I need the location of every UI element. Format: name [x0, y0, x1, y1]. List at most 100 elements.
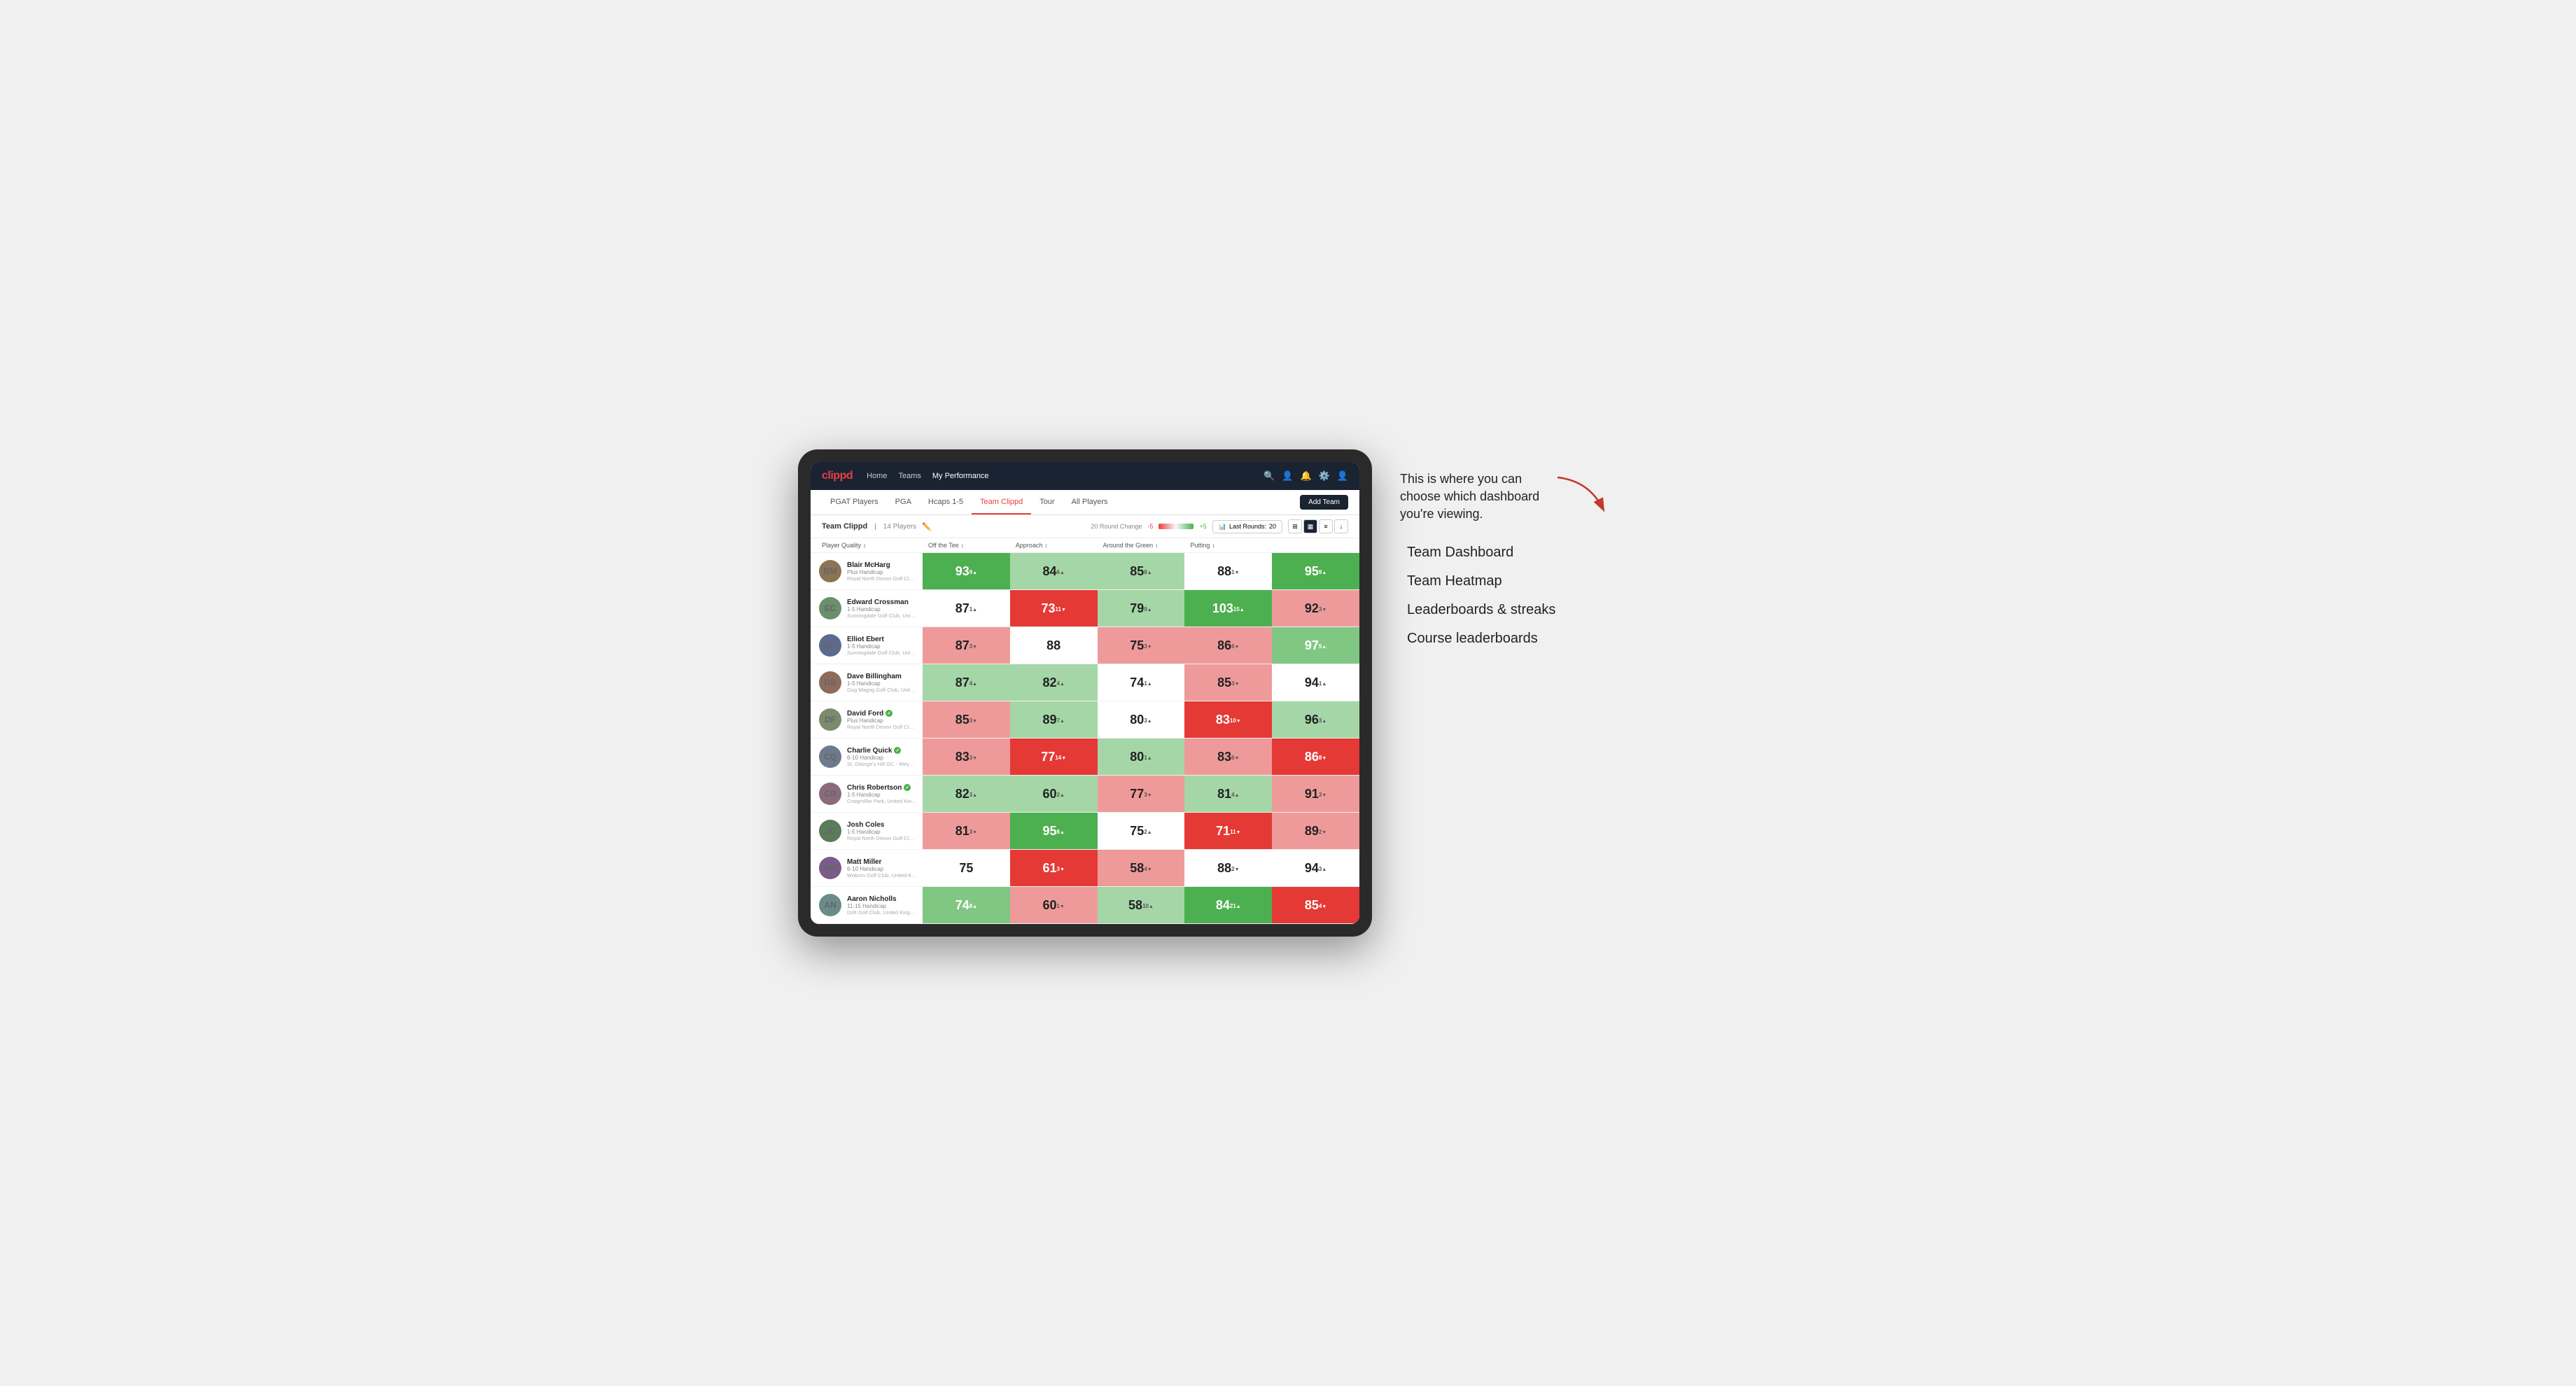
score-change: 2▼	[1319, 825, 1326, 837]
score-main: 85	[1217, 676, 1231, 690]
sub-nav: PGAT Players PGA Hcaps 1-5 Team Clippd T…	[811, 490, 1359, 515]
tab-tour[interactable]: Tour	[1031, 490, 1063, 514]
score-change: 1▼	[1231, 565, 1239, 578]
nav-link-teams[interactable]: Teams	[898, 472, 920, 480]
user-icon[interactable]: 👤	[1282, 470, 1293, 482]
score-change: 1▲	[1144, 676, 1152, 689]
last-rounds-button[interactable]: 📊 Last Rounds: 20	[1212, 520, 1282, 533]
player-cell[interactable]: JCJosh Coles1-5 HandicapRoyal North Devo…	[811, 816, 923, 846]
player-info: Dave Billingham1-5 HandicapGog Magog Gol…	[847, 673, 917, 693]
view-grid-button[interactable]: ⊞	[1288, 519, 1302, 533]
score-cell: 871▲	[923, 590, 1010, 626]
table-row: JCJosh Coles1-5 HandicapRoyal North Devo…	[811, 813, 1359, 850]
page-wrapper: clippd Home Teams My Performance 🔍 👤 🔔 ⚙…	[798, 449, 1778, 937]
player-cell[interactable]: AN Aaron Nicholls11-15 HandicapDrift Golf…	[811, 890, 923, 920]
tablet-frame: clippd Home Teams My Performance 🔍 👤 🔔 ⚙…	[798, 449, 1372, 937]
score-box: 866▼	[1184, 627, 1272, 664]
col-header-tee: Off the Tee ↕	[923, 538, 1010, 552]
add-team-button[interactable]: Add Team	[1300, 495, 1348, 510]
search-icon[interactable]: 🔍	[1264, 470, 1275, 482]
score-box: 823▲	[923, 776, 1010, 812]
score-change: 1▲	[969, 602, 977, 615]
team-header-row: Team Clippd | 14 Players ✏️ 20 Round Cha…	[811, 515, 1359, 538]
settings-icon[interactable]: ⚙️	[1319, 470, 1330, 482]
score-main: 82	[1042, 676, 1056, 690]
score-box: 941▲	[1272, 664, 1359, 701]
scale-neg: -5	[1147, 523, 1153, 530]
score-main: 77	[1130, 787, 1144, 802]
player-cell[interactable]: DFDavid Ford✓Plus HandicapRoyal North De…	[811, 704, 923, 735]
score-box: 958▲	[1010, 813, 1098, 849]
score-main: 77	[1041, 750, 1055, 764]
score-change: 21▲	[1230, 899, 1241, 911]
score-box: 897▲	[1010, 701, 1098, 738]
score-cell: 8421▲	[1184, 887, 1272, 923]
score-change: 4▲	[969, 676, 977, 689]
view-icons: ⊞ ▦ ≡ ↓	[1288, 519, 1348, 533]
player-club: Drift Golf Club, United Kingdom	[847, 909, 917, 916]
team-name: Team Clippd	[822, 522, 867, 531]
nav-link-myperformance[interactable]: My Performance	[932, 472, 989, 480]
data-table: Player Quality ↕ Off the Tee ↕ Approach …	[811, 538, 1359, 924]
score-cell: 601▼	[1010, 887, 1098, 923]
player-club: Royal North Devon Golf Club, United King…	[847, 835, 917, 841]
score-box: 602▲	[1010, 776, 1098, 812]
score-main: 88	[1217, 861, 1231, 876]
player-name: Chris Robertson✓	[847, 784, 917, 792]
score-change: 8▲	[1144, 565, 1152, 578]
menu-item-course[interactable]: Course leaderboards	[1407, 631, 1610, 647]
avatar: AN	[819, 894, 841, 916]
score-box: 975▲	[1272, 627, 1359, 664]
player-club: Royal North Devon Golf Club, United King…	[847, 575, 917, 582]
menu-item-dashboard[interactable]: Team Dashboard	[1407, 545, 1610, 561]
player-cell[interactable]: BMBlair McHargPlus HandicapRoyal North D…	[811, 556, 923, 587]
score-change: 3▼	[1319, 602, 1326, 615]
score-change: 2▲	[1057, 788, 1065, 800]
player-cell[interactable]: DBDave Billingham1-5 HandicapGog Magog G…	[811, 667, 923, 698]
table-row: DFDavid Ford✓Plus HandicapRoyal North De…	[811, 701, 1359, 738]
tab-pga[interactable]: PGA	[887, 490, 920, 514]
view-heatmap-button[interactable]: ▦	[1303, 519, 1317, 533]
avatar-icon[interactable]: 👤	[1337, 470, 1348, 482]
player-cell[interactable]: MMMatt Miller6-10 HandicapWoburn Golf Cl…	[811, 853, 923, 883]
tab-all-players[interactable]: All Players	[1063, 490, 1116, 514]
score-cell: 748▲	[923, 887, 1010, 923]
score-box: 741▲	[1098, 664, 1185, 701]
score-cell: 874▲	[923, 664, 1010, 701]
score-box: 10315▲	[1184, 590, 1272, 626]
tab-hcaps[interactable]: Hcaps 1-5	[920, 490, 972, 514]
score-change: 8▲	[1057, 825, 1065, 837]
score-main: 75	[1130, 824, 1144, 839]
score-change: 2▲	[1144, 825, 1152, 837]
player-name: Aaron Nicholls	[847, 895, 917, 903]
menu-item-heatmap[interactable]: Team Heatmap	[1407, 573, 1610, 589]
player-hcp: 11-15 Handicap	[847, 903, 917, 909]
nav-link-home[interactable]: Home	[867, 472, 887, 480]
table-row: AN Aaron Nicholls11-15 HandicapDrift Golf…	[811, 887, 1359, 924]
view-list-button[interactable]: ≡	[1319, 519, 1333, 533]
player-cell[interactable]: ECEdward Crossman1-5 HandicapSunningdale…	[811, 593, 923, 624]
score-box: 858▲	[1098, 553, 1185, 589]
edit-icon[interactable]: ✏️	[922, 522, 932, 531]
view-export-button[interactable]: ↓	[1334, 519, 1348, 533]
score-change: 3▼	[969, 713, 977, 726]
player-cell[interactable]: CQCharlie Quick✓6-10 HandicapSt. George'…	[811, 741, 923, 772]
score-box: 773▼	[1098, 776, 1185, 812]
score-change: 11▼	[1056, 602, 1066, 615]
score-change: 3▲	[1144, 713, 1152, 726]
score-box: 801▲	[1098, 738, 1185, 775]
table-row: MMMatt Miller6-10 HandicapWoburn Golf Cl…	[811, 850, 1359, 887]
tab-pgat-players[interactable]: PGAT Players	[822, 490, 887, 514]
last-rounds-icon: 📊	[1219, 523, 1226, 531]
tab-team-clippd[interactable]: Team Clippd	[972, 490, 1031, 514]
score-box: 748▲	[923, 887, 1010, 923]
bell-icon[interactable]: 🔔	[1300, 470, 1311, 482]
player-cell[interactable]: CRChris Robertson✓1-5 HandicapCraigmilla…	[811, 778, 923, 809]
menu-item-leaderboards[interactable]: Leaderboards & streaks	[1407, 602, 1610, 618]
player-cell[interactable]: EEElliot Ebert1-5 HandicapSunningdale Go…	[811, 630, 923, 661]
scale-pos: +5	[1199, 523, 1206, 530]
player-club: Sunningdale Golf Club, United Kingdom	[847, 650, 917, 656]
score-change: 6▲	[1057, 565, 1065, 578]
score-cell: 773▼	[1098, 776, 1185, 812]
score-main: 60	[1042, 898, 1056, 913]
